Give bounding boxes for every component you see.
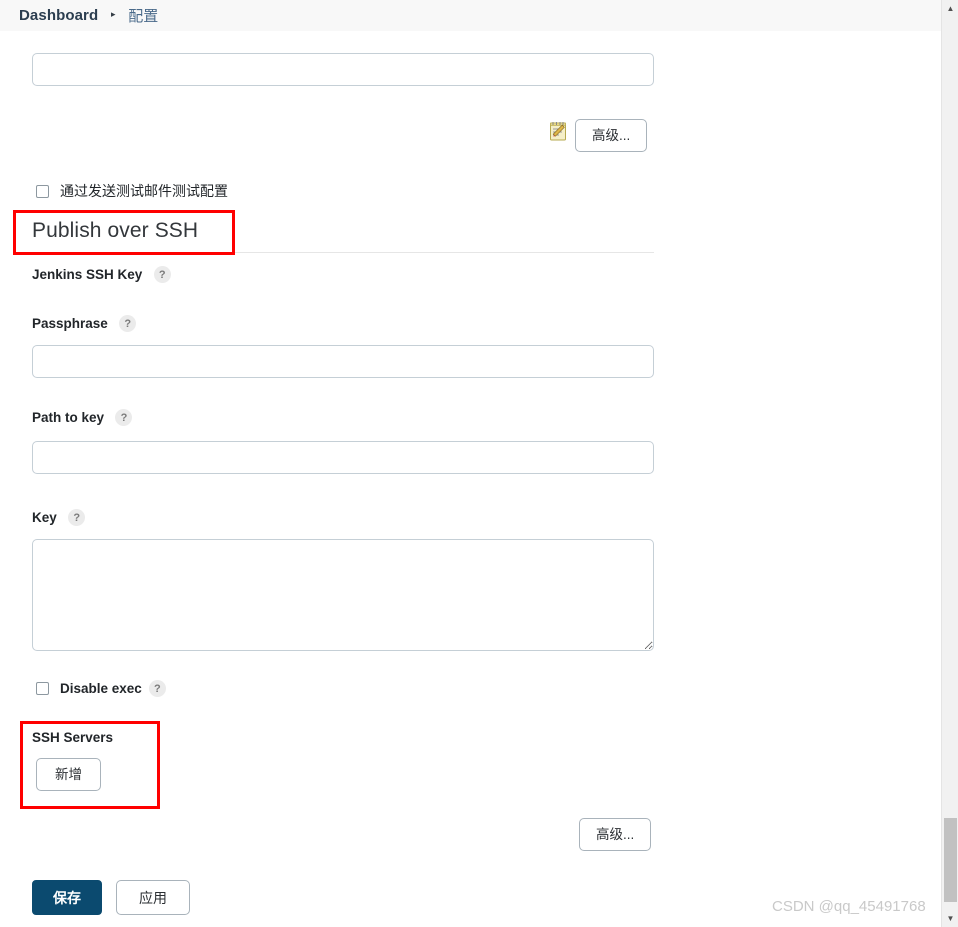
add-ssh-server-button[interactable]: 新增 [36,758,101,791]
help-icon-key[interactable]: ? [68,509,86,527]
key-textarea[interactable] [32,539,654,651]
ssh-servers-label: SSH Servers [32,729,113,747]
field-label-path-to-key: Path to key [32,410,105,426]
help-icon-path-to-key[interactable]: ? [115,409,133,427]
breadcrumb: Dashboard ▸ 配置 [0,0,941,31]
field-label-passphrase: Passphrase [32,316,108,332]
test-email-checkbox-row[interactable]: 通过发送测试邮件测试配置 [36,181,228,201]
breadcrumb-separator-icon: ▸ [110,9,116,19]
field-jenkins-ssh-key: Jenkins SSH Key ? [32,266,171,284]
publish-over-ssh-title: Publish over SSH [32,219,198,243]
field-key-label-row: Key ? [32,509,86,527]
save-button[interactable]: 保存 [32,880,102,915]
help-icon-jenkins-ssh-key[interactable]: ? [153,266,171,284]
apply-button[interactable]: 应用 [116,880,190,915]
disable-exec-label: Disable exec [60,681,142,696]
help-icon-disable-exec[interactable]: ? [148,680,166,697]
jenkins-configure-page: Dashboard ▸ 配置 高级... 通过发送测试邮件测试配置 Publis… [0,0,958,927]
advanced-button-ssh[interactable]: 高级... [579,818,652,851]
breadcrumb-configure[interactable]: 配置 [128,5,158,26]
breadcrumb-dashboard[interactable]: Dashboard [19,7,98,24]
field-label-jenkins-ssh-key: Jenkins SSH Key [32,267,143,283]
field-path-to-key-label-row: Path to key ? [32,409,133,427]
section-divider [32,252,654,253]
email-recipients-input[interactable] [32,53,654,86]
page-scrollbar[interactable]: ▲ ▼ [941,0,958,927]
field-label-key: Key [32,510,57,526]
passphrase-input[interactable] [32,345,654,378]
field-passphrase-label-row: Passphrase ? [32,315,137,333]
help-icon-passphrase[interactable]: ? [119,315,137,333]
disable-exec-row[interactable]: Disable exec ? [36,680,166,697]
watermark-text: CSDN @qq_45491768 [772,898,926,915]
test-email-checkbox-label: 通过发送测试邮件测试配置 [60,183,228,199]
scroll-down-arrow-icon[interactable]: ▼ [942,910,958,927]
path-to-key-input[interactable] [32,441,654,474]
disable-exec-checkbox[interactable] [36,682,49,695]
config-form: 高级... 通过发送测试邮件测试配置 Publish over SSH Jenk… [0,31,941,927]
scroll-up-arrow-icon[interactable]: ▲ [942,0,958,17]
section-heading-text: Publish over SSH [32,219,199,242]
test-email-checkbox[interactable] [36,184,49,198]
notepad-pencil-icon [548,121,570,143]
scrollbar-thumb[interactable] [944,818,957,902]
advanced-button-email[interactable]: 高级... [575,119,648,152]
ssh-servers-label-text: SSH Servers [32,730,114,746]
